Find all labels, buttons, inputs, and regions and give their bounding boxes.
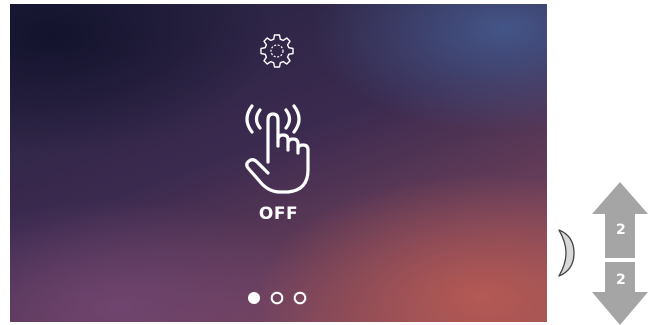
navigation-arrows: 2 2 <box>590 180 650 325</box>
function-status-label: OFF <box>258 204 299 224</box>
page-dot-1-active[interactable] <box>248 292 260 304</box>
page-indicator <box>248 291 307 305</box>
device-side-handle <box>558 229 575 277</box>
arrow-up-label: 2 <box>616 222 626 238</box>
gear-icon[interactable] <box>260 34 294 68</box>
page-dot-2[interactable] <box>270 291 284 305</box>
arrow-down-label: 2 <box>616 272 626 288</box>
arrow-up-icon[interactable] <box>590 180 650 260</box>
device-frame: OFF 2 2 <box>0 0 656 325</box>
page-dot-3[interactable] <box>293 291 307 305</box>
device-screen: OFF <box>10 4 547 322</box>
touch-hand-icon[interactable] <box>238 100 318 198</box>
